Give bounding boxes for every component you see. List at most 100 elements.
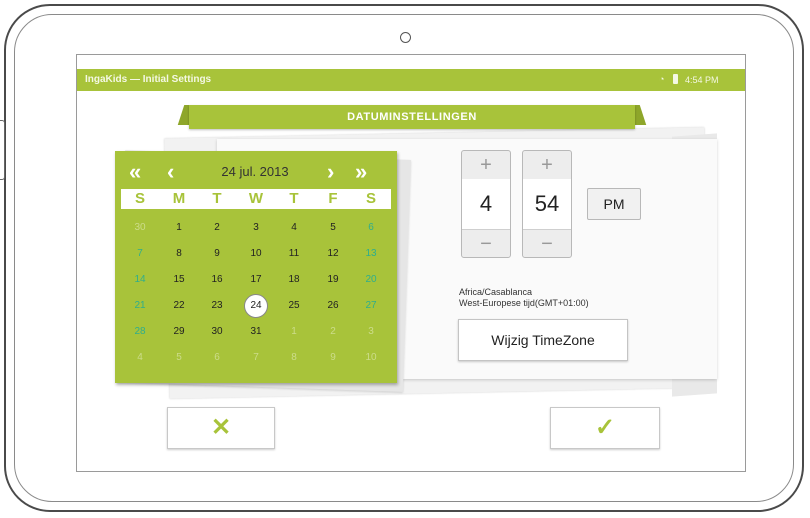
prev-month-button[interactable]: ‹: [167, 161, 174, 183]
calendar-day[interactable]: 16: [198, 267, 236, 293]
calendar-day[interactable]: 11: [275, 241, 313, 267]
calendar-day[interactable]: 31: [237, 319, 275, 345]
next-year-button[interactable]: »: [355, 161, 367, 183]
day-label: 10: [250, 248, 262, 259]
calendar-day[interactable]: 2: [314, 319, 352, 345]
section-banner: DATUMINSTELLINGEN: [189, 105, 635, 129]
calendar-day[interactable]: 10: [352, 345, 390, 371]
calendar-day[interactable]: 8: [275, 345, 313, 371]
day-label: 3: [253, 222, 259, 233]
timezone-region: Africa/Casablanca: [459, 287, 533, 297]
side-button: [0, 120, 5, 180]
day-label: 4: [291, 222, 297, 233]
day-label: 3: [368, 326, 374, 337]
day-label: 20: [365, 274, 377, 285]
day-label: 18: [288, 274, 300, 285]
day-label: 31: [250, 326, 262, 337]
day-label: 17: [250, 274, 262, 285]
calendar-day[interactable]: 1: [275, 319, 313, 345]
day-label: 2: [214, 222, 220, 233]
calendar-day[interactable]: 18: [275, 267, 313, 293]
calendar-day[interactable]: 20: [352, 267, 390, 293]
calendar-day[interactable]: 9: [314, 345, 352, 371]
calendar-day[interactable]: 28: [121, 319, 159, 345]
hour-spinner: + 4 −: [461, 150, 511, 258]
day-label: 9: [214, 248, 220, 259]
calendar-day[interactable]: 7: [237, 345, 275, 371]
calendar-day[interactable]: 30: [121, 215, 159, 241]
day-label: 1: [291, 326, 297, 337]
cancel-button[interactable]: ✕: [167, 407, 275, 449]
day-label: 8: [176, 248, 182, 259]
day-label: 12: [327, 248, 339, 259]
weekday-header: S M T W T F S: [121, 189, 391, 209]
calendar-day[interactable]: 7: [121, 241, 159, 267]
calendar-day[interactable]: 17: [237, 267, 275, 293]
day-label: 5: [330, 222, 336, 233]
calendar-day[interactable]: 30: [198, 319, 236, 345]
calendar-day[interactable]: 25: [275, 293, 313, 319]
calendar-day[interactable]: 14: [121, 267, 159, 293]
calendar-day[interactable]: 26: [314, 293, 352, 319]
calendar-day[interactable]: 24: [237, 293, 275, 319]
day-label: 22: [173, 300, 185, 311]
minute-decrement-button[interactable]: −: [523, 229, 571, 258]
calendar-day[interactable]: 4: [275, 215, 313, 241]
day-label: 9: [330, 352, 336, 363]
current-date-label: 24 jul. 2013: [221, 164, 289, 179]
calendar-day[interactable]: 12: [314, 241, 352, 267]
day-label: 14: [134, 274, 146, 285]
calendar-day[interactable]: 3: [352, 319, 390, 345]
battery-icon: [673, 74, 678, 84]
confirm-button[interactable]: ✓: [550, 407, 660, 449]
day-label: 5: [176, 352, 182, 363]
screen: IngaKids — Initial Settings ◔ 4:54 PM DA…: [76, 54, 746, 472]
calendar-day[interactable]: 5: [314, 215, 352, 241]
ampm-toggle-button[interactable]: PM: [587, 188, 641, 220]
day-label: 10: [365, 352, 377, 363]
day-label: 4: [137, 352, 143, 363]
title-bar: IngaKids — Initial Settings ◔ 4:54 PM: [77, 69, 745, 91]
calendar-day[interactable]: 29: [160, 319, 198, 345]
calendar-day[interactable]: 6: [198, 345, 236, 371]
weekday-fri: F: [328, 190, 338, 207]
calendar-day[interactable]: 4: [121, 345, 159, 371]
minute-increment-button[interactable]: +: [523, 151, 571, 180]
calendar-day[interactable]: 1: [160, 215, 198, 241]
weekday-tue: T: [212, 190, 222, 207]
calendar-day[interactable]: 5: [160, 345, 198, 371]
prev-year-button[interactable]: «: [129, 161, 141, 183]
weekday-mon: M: [172, 190, 186, 207]
camera-icon: [400, 32, 411, 43]
hour-value: 4: [462, 179, 510, 229]
weekday-sat: S: [365, 190, 376, 207]
day-label: 13: [365, 248, 377, 259]
change-timezone-button[interactable]: Wijzig TimeZone: [458, 319, 628, 361]
day-label: 30: [134, 222, 146, 233]
app-title: IngaKids — Initial Settings: [85, 74, 212, 85]
hour-increment-button[interactable]: +: [462, 151, 510, 180]
day-label: 30: [211, 326, 223, 337]
section-title: DATUMINSTELLINGEN: [347, 111, 477, 123]
calendar-day[interactable]: 13: [352, 241, 390, 267]
calendar-day[interactable]: 19: [314, 267, 352, 293]
checkmark-icon: ✓: [594, 414, 616, 441]
calendar-day[interactable]: 3: [237, 215, 275, 241]
calendar-day[interactable]: 8: [160, 241, 198, 267]
timezone-description: West-Europese tijd(GMT+01:00): [459, 298, 589, 308]
calendar-day[interactable]: 10: [237, 241, 275, 267]
next-month-button[interactable]: ›: [327, 161, 334, 183]
hour-decrement-button[interactable]: −: [462, 229, 510, 258]
weekday-sun: S: [134, 190, 145, 207]
day-label: 11: [288, 248, 300, 259]
calendar-day[interactable]: 27: [352, 293, 390, 319]
calendar-day[interactable]: 15: [160, 267, 198, 293]
day-label: 25: [288, 300, 300, 311]
calendar-day[interactable]: 2: [198, 215, 236, 241]
calendar-day[interactable]: 21: [121, 293, 159, 319]
calendar-day[interactable]: 23: [198, 293, 236, 319]
calendar-day[interactable]: 9: [198, 241, 236, 267]
calendar-day[interactable]: 22: [160, 293, 198, 319]
calendar-day[interactable]: 6: [352, 215, 390, 241]
day-label: 16: [211, 274, 223, 285]
